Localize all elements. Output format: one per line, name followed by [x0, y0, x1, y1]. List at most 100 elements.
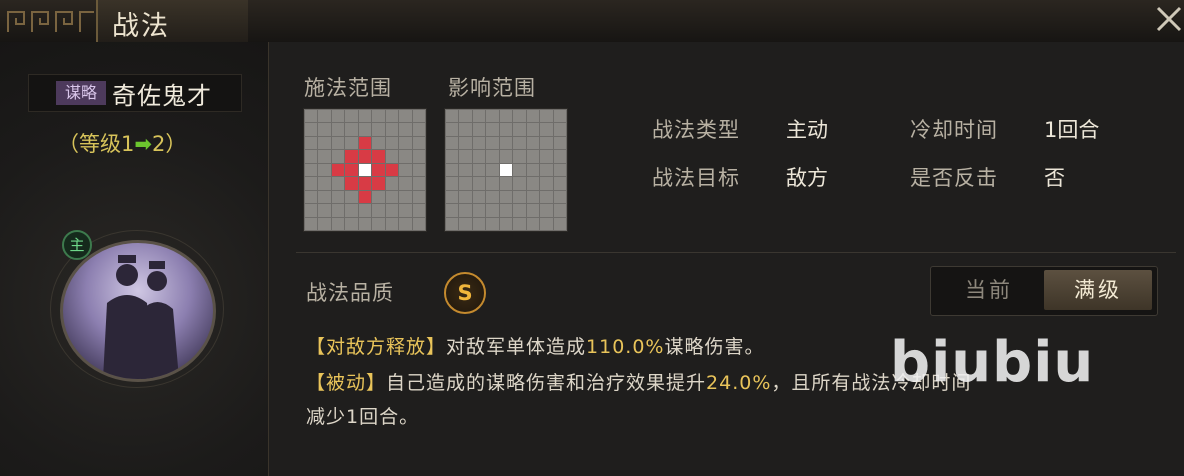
skill-name: 奇佐鬼才	[112, 82, 212, 110]
general-portrait[interactable]	[60, 240, 216, 382]
commander-badge: 主	[62, 230, 92, 260]
grid-cell	[472, 123, 486, 136]
grid-cell	[553, 177, 566, 190]
grid-cell	[331, 136, 345, 150]
grid-cell	[526, 136, 540, 150]
grid-cell	[446, 123, 459, 136]
grid-cell	[412, 204, 425, 217]
grid-cell	[318, 217, 331, 230]
grid-cell	[318, 190, 331, 204]
grid-cell	[486, 123, 499, 136]
grid-cell	[372, 190, 385, 204]
toggle-current-button[interactable]: 当前	[934, 270, 1044, 310]
grid-cell	[318, 136, 331, 150]
grid-cell	[358, 204, 372, 217]
grid-cell	[486, 177, 499, 190]
grid-cell	[358, 217, 372, 230]
grid-cell	[331, 123, 345, 136]
grid-cell	[459, 204, 472, 217]
grid-cell	[318, 110, 331, 123]
grid-cell	[459, 217, 472, 230]
grid-cell	[472, 163, 486, 177]
grid-cell	[318, 163, 331, 177]
grid-cell	[446, 110, 459, 123]
grid-cell	[385, 110, 399, 123]
grid-cell	[472, 177, 486, 190]
grid-cell	[472, 110, 486, 123]
desc-tag-1: 【对敌方释放】	[306, 336, 447, 358]
grid-cell	[553, 190, 566, 204]
grid-cell	[358, 177, 372, 190]
grid-cell	[345, 204, 358, 217]
grid-cell	[472, 204, 486, 217]
desc-tag-2: 【被动】	[306, 372, 387, 394]
grid-cell	[345, 190, 358, 204]
grid-cell	[526, 150, 540, 163]
grid-cell	[399, 204, 412, 217]
grid-cell	[540, 190, 553, 204]
grid-cell	[526, 217, 540, 230]
grid-cell	[318, 204, 331, 217]
grid-cell	[486, 110, 499, 123]
grid-cell	[526, 123, 540, 136]
grid-cell	[459, 190, 472, 204]
grid-cell	[446, 177, 459, 190]
grid-cell	[446, 190, 459, 204]
grid-cell	[399, 177, 412, 190]
title-ornament-icon	[7, 11, 94, 32]
close-icon[interactable]	[1154, 4, 1184, 34]
grid-cell	[526, 204, 540, 217]
grid-cell	[318, 150, 331, 163]
grid-cell	[553, 110, 566, 123]
grid-cell	[459, 177, 472, 190]
grid-cell	[486, 136, 499, 150]
grid-cell	[513, 110, 526, 123]
grid-cell	[318, 123, 331, 136]
grid-cell	[399, 217, 412, 230]
grid-cell	[372, 136, 385, 150]
grid-cell	[513, 163, 526, 177]
grid-cell	[540, 177, 553, 190]
window-title: 战法	[112, 11, 170, 42]
grid-cell	[345, 123, 358, 136]
grid-cell	[305, 136, 318, 150]
grid-cell	[345, 163, 358, 177]
grid-cell	[513, 190, 526, 204]
grid-cell	[345, 136, 358, 150]
grid-cell	[305, 163, 318, 177]
grid-cell	[385, 123, 399, 136]
grid-cell	[553, 163, 566, 177]
grid-cell	[472, 136, 486, 150]
level-arrow-icon: ➡	[134, 132, 152, 156]
toggle-max-button[interactable]: 满级	[1044, 270, 1152, 310]
grid-cell	[331, 177, 345, 190]
grid-cell	[499, 123, 513, 136]
grid-cell	[399, 123, 412, 136]
grid-cell	[385, 150, 399, 163]
grid-cell	[486, 190, 499, 204]
grid-cell	[513, 204, 526, 217]
description-line-2: 【被动】自己造成的谋略伤害和治疗效果提升24.0%，且所有战法冷却时间	[306, 368, 971, 395]
grid-cell	[459, 150, 472, 163]
general-silhouette-icon	[103, 255, 179, 379]
grid-cell	[446, 163, 459, 177]
grid-cell	[540, 217, 553, 230]
grid-cell	[385, 217, 399, 230]
grid-cell	[331, 110, 345, 123]
grid-cell	[446, 136, 459, 150]
grid-cell	[513, 217, 526, 230]
grid-cell	[486, 217, 499, 230]
skill-target-value: 敌方	[786, 166, 828, 190]
effect-range-grid	[444, 108, 568, 232]
grid-cell	[499, 110, 513, 123]
grid-cell	[399, 110, 412, 123]
grid-cell	[540, 150, 553, 163]
grid-cell	[513, 177, 526, 190]
grid-cell	[372, 177, 385, 190]
grid-cell	[372, 123, 385, 136]
grid-cell	[553, 136, 566, 150]
grid-cell	[318, 177, 331, 190]
grid-cell	[331, 190, 345, 204]
grid-cell	[540, 123, 553, 136]
grid-cell	[553, 123, 566, 136]
